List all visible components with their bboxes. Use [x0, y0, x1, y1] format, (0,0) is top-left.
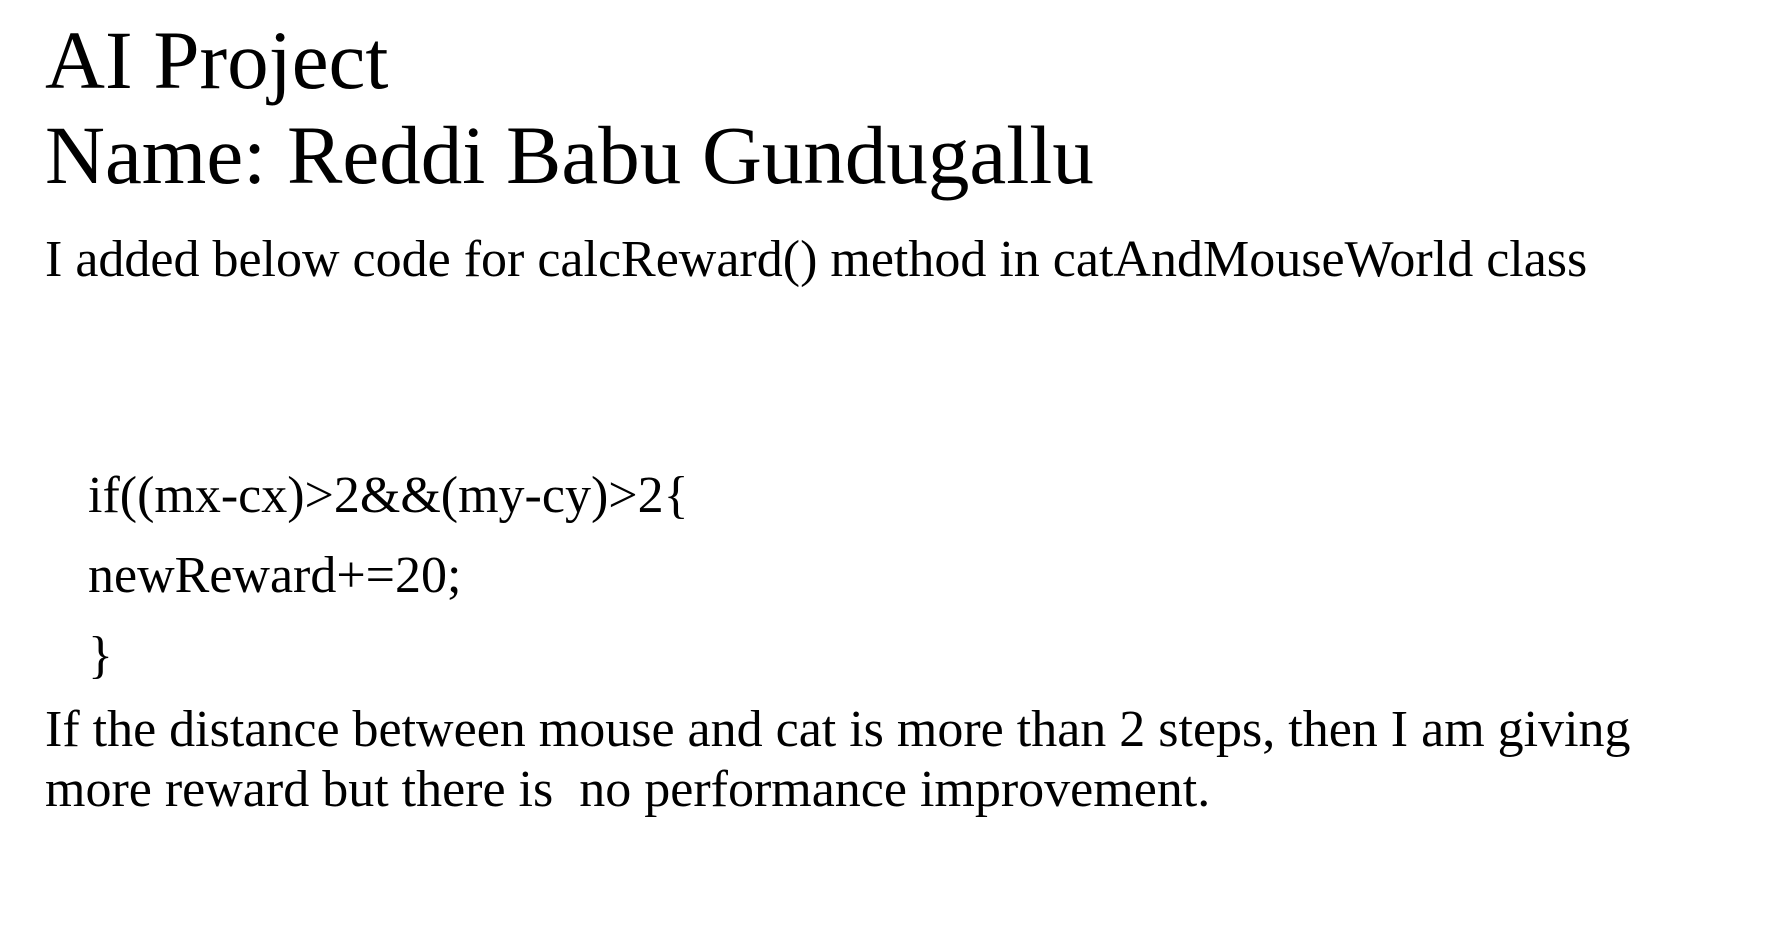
conclusion-paragraph: If the distance between mouse and cat is…: [45, 701, 1644, 818]
intro-paragraph: I added below code for calcReward() meth…: [45, 231, 1588, 288]
code-line: }: [88, 627, 113, 684]
code-snippet: if((mx-cx)>2&&(my-cy)>2{ newReward+=20; …: [88, 456, 689, 696]
document-header: AI Project Name: Reddi Babu Gundugallu: [45, 13, 1094, 203]
code-line: newReward+=20;: [88, 547, 462, 604]
author-name: Name: Reddi Babu Gundugallu: [45, 109, 1094, 201]
document-title: AI Project: [45, 14, 389, 106]
code-line: if((mx-cx)>2&&(my-cy)>2{: [88, 467, 689, 524]
